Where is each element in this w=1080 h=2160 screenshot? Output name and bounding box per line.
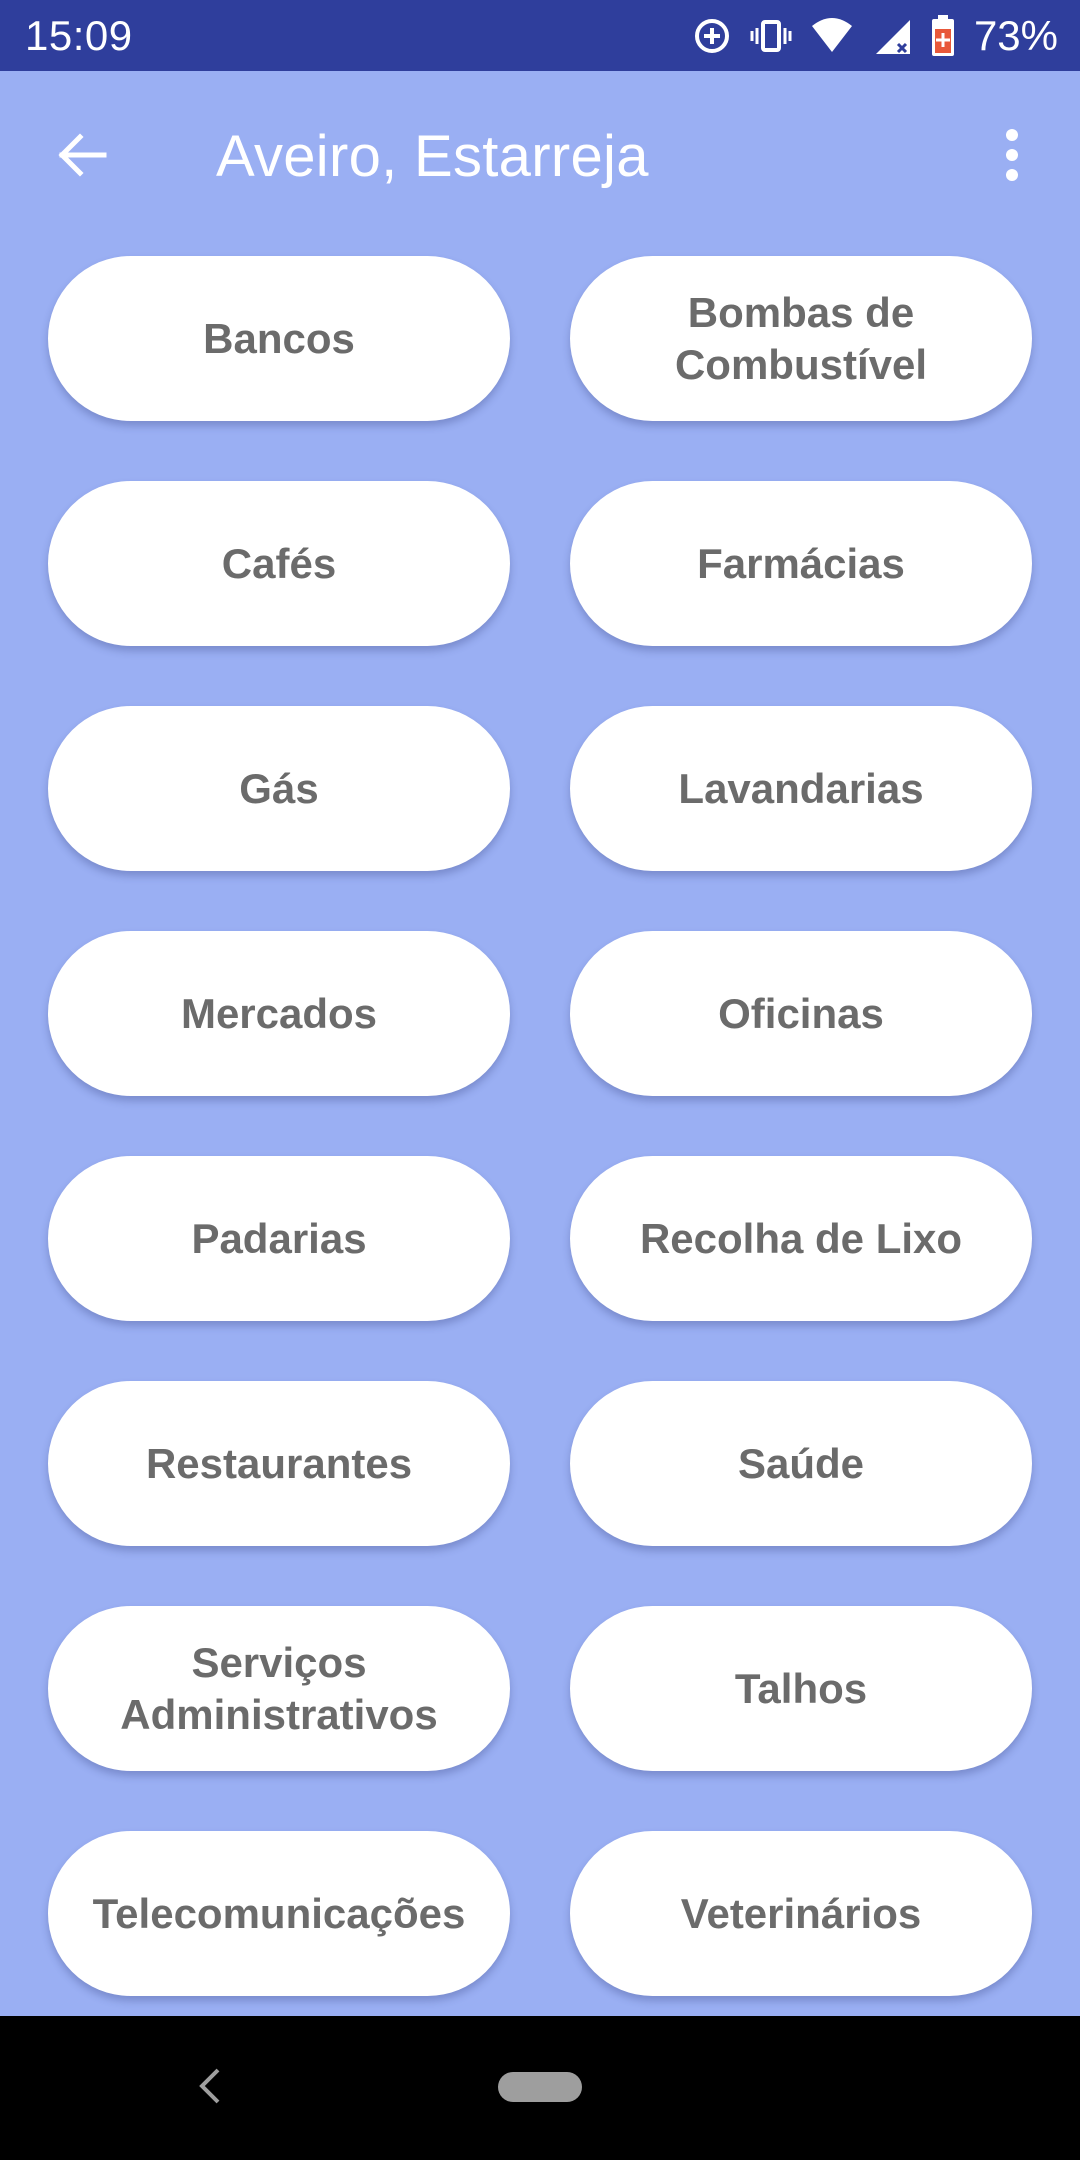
battery-percent: 73% bbox=[973, 11, 1058, 59]
app-bar: Aveiro, Estarreja bbox=[0, 71, 1080, 241]
category-button-bancos[interactable]: Bancos bbox=[48, 256, 510, 421]
category-button-bombas-de-combustivel[interactable]: Bombas de Combustível bbox=[570, 256, 1032, 421]
category-button-mercados[interactable]: Mercados bbox=[48, 931, 510, 1096]
signal-icon bbox=[872, 16, 912, 56]
category-button-restaurantes[interactable]: Restaurantes bbox=[48, 1381, 510, 1546]
overflow-menu-button[interactable] bbox=[976, 121, 1048, 193]
more-vert-icon bbox=[1002, 127, 1022, 188]
status-bar: 15:09 73% bbox=[0, 0, 1080, 71]
category-button-telecomunicacoes[interactable]: Telecomunicações bbox=[48, 1831, 510, 1996]
back-button[interactable] bbox=[46, 121, 118, 193]
category-button-veterinarios[interactable]: Veterinários bbox=[570, 1831, 1032, 1996]
status-icons: 73% bbox=[692, 0, 1058, 71]
category-button-recolha-de-lixo[interactable]: Recolha de Lixo bbox=[570, 1156, 1032, 1321]
category-button-oficinas[interactable]: Oficinas bbox=[570, 931, 1032, 1096]
category-button-farmacias[interactable]: Farmácias bbox=[570, 481, 1032, 646]
data-saver-icon bbox=[692, 16, 732, 56]
category-grid: Bancos Bombas de Combustível Cafés Farmá… bbox=[48, 256, 1032, 1996]
category-button-padarias[interactable]: Padarias bbox=[48, 1156, 510, 1321]
category-button-cafes[interactable]: Cafés bbox=[48, 481, 510, 646]
category-button-servicos-administrativos[interactable]: Serviços Administrativos bbox=[48, 1606, 510, 1771]
nav-back-button[interactable] bbox=[186, 2054, 234, 2122]
nav-home-button[interactable] bbox=[498, 2072, 582, 2102]
category-button-saude[interactable]: Saúde bbox=[570, 1381, 1032, 1546]
category-button-lavandarias[interactable]: Lavandarias bbox=[570, 706, 1032, 871]
category-button-gas[interactable]: Gás bbox=[48, 706, 510, 871]
vibrate-icon bbox=[750, 16, 792, 56]
battery-icon bbox=[930, 14, 956, 57]
wifi-icon bbox=[810, 16, 854, 56]
chevron-left-icon bbox=[198, 2066, 222, 2111]
page-title: Aveiro, Estarreja bbox=[216, 124, 649, 189]
category-button-talhos[interactable]: Talhos bbox=[570, 1606, 1032, 1771]
status-time: 15:09 bbox=[25, 12, 133, 59]
arrow-back-icon bbox=[54, 127, 110, 188]
